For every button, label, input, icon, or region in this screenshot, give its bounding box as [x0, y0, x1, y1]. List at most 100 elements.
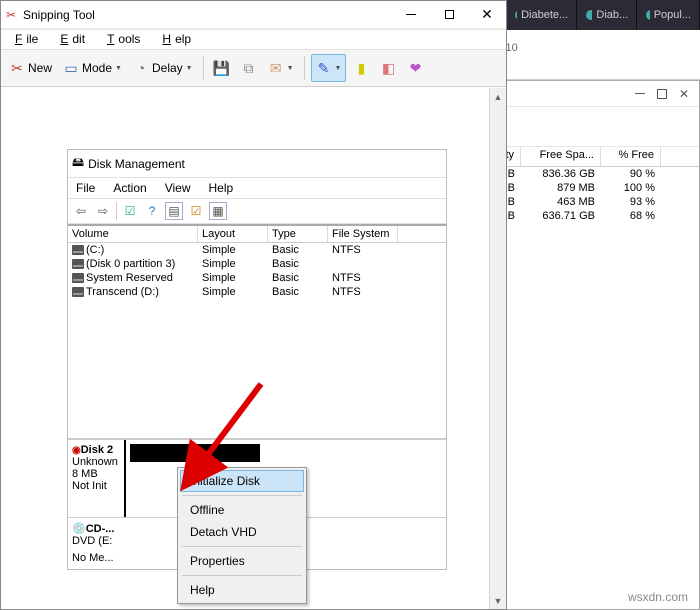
dm-title: Disk Management — [88, 157, 185, 171]
eraser-icon: ◧ — [380, 60, 396, 76]
menu-file[interactable]: File — [74, 179, 97, 197]
browser-tabs: Diabete... Diab... Popul... — [506, 0, 700, 30]
tab-label: Diab... — [596, 9, 628, 21]
minimize-button[interactable] — [635, 93, 645, 94]
dm-titlebar: 🖴 Disk Management — [68, 150, 446, 177]
warning-icon: ◉ — [72, 445, 81, 456]
col-type[interactable]: Type — [268, 226, 328, 242]
unallocated-bar[interactable] — [130, 444, 260, 462]
chevron-down-icon: ▼ — [115, 65, 122, 72]
save-icon: 💾 — [214, 60, 230, 76]
paint-icon: ❤ — [407, 60, 423, 76]
menu-action[interactable]: Action — [111, 179, 148, 197]
app-icon: ✂ — [1, 8, 21, 22]
volume-icon — [72, 245, 84, 255]
maximize-button[interactable] — [430, 1, 468, 29]
minimize-button[interactable] — [392, 1, 430, 29]
copy-icon: ⧉ — [241, 60, 257, 76]
new-button[interactable]: ✂New — [5, 54, 56, 82]
watermark: wsxdn.com — [628, 590, 688, 604]
clock-icon: ◔ — [133, 60, 149, 76]
save-button[interactable]: 💾 — [210, 54, 234, 82]
context-menu: Initialize Disk Offline Detach VHD Prope… — [177, 467, 307, 604]
col-volume[interactable]: Volume — [68, 226, 198, 242]
col-pctfree[interactable]: % Free — [601, 147, 661, 166]
table-row[interactable]: (Disk 0 partition 3)SimpleBasic — [68, 257, 446, 271]
highlighter-icon: ▮ — [353, 60, 369, 76]
disk2-status: Unknown — [72, 456, 120, 468]
chevron-down-icon: ▼ — [186, 65, 193, 72]
delay-dropdown[interactable]: ◔Delay▼ — [129, 54, 197, 82]
disk2-title: Disk 2 — [81, 444, 113, 456]
cd-title: CD-... — [86, 523, 115, 535]
pen-icon: ✎ — [316, 60, 332, 76]
send-icon: ✉ — [268, 60, 284, 76]
new-label: New — [28, 61, 52, 75]
refresh-button[interactable]: ☑ — [121, 202, 139, 220]
window-title: Snipping Tool — [21, 8, 392, 22]
volume-table-header: Volume Layout Type File System — [68, 226, 446, 243]
mode-dropdown[interactable]: ▭Mode▼ — [59, 54, 126, 82]
scroll-up-icon[interactable]: ▲ — [490, 88, 506, 105]
menu-view[interactable]: View — [163, 179, 193, 197]
tab-label: Diabete... — [521, 9, 568, 21]
browser-tab-1[interactable]: Diabete... — [506, 0, 577, 30]
back-button[interactable]: ⇦ — [72, 202, 90, 220]
volume-icon — [72, 287, 84, 297]
close-button[interactable]: ✕ — [468, 1, 506, 29]
disk2-size: 8 MB — [72, 468, 120, 480]
disk2-init: Not Init — [72, 480, 120, 492]
paint3d-button[interactable]: ❤ — [403, 54, 427, 82]
table-row[interactable]: (C:)SimpleBasicNTFS — [68, 243, 446, 257]
dm-menu-bar: File Action View Help — [68, 177, 446, 198]
menu-initialize-disk[interactable]: Initialize Disk — [180, 470, 304, 492]
titlebar[interactable]: ✂ Snipping Tool ✕ — [1, 1, 506, 29]
menu-file[interactable]: File — [7, 31, 42, 48]
disk-icon: 🖴 — [72, 153, 84, 174]
dm-toolbar: ⇦ ⇨ ☑ ? ▤ ☑ ▦ — [68, 198, 446, 224]
scroll-down-icon[interactable]: ▼ — [490, 592, 506, 609]
menu-help[interactable]: Help — [207, 179, 236, 197]
delay-label: Delay — [152, 61, 183, 75]
scissors-icon: ✂ — [9, 60, 25, 76]
table-row[interactable]: Transcend (D:)SimpleBasicNTFS — [68, 285, 446, 299]
layout2-button[interactable]: ☑ — [187, 202, 205, 220]
menu-help[interactable]: Help — [154, 31, 195, 48]
close-button[interactable]: ✕ — [679, 87, 689, 101]
col-filesystem[interactable]: File System — [328, 226, 398, 242]
tab-label: Popul... — [654, 9, 691, 21]
pen-dropdown[interactable]: ✎▼ — [311, 54, 347, 82]
send-button[interactable]: ✉▼ — [264, 54, 298, 82]
chevron-down-icon: ▼ — [287, 65, 294, 72]
col-freespace[interactable]: Free Spa... — [521, 147, 601, 166]
table-row[interactable]: System ReservedSimpleBasicNTFS — [68, 271, 446, 285]
cd-icon: 💿 — [72, 523, 86, 535]
chevron-down-icon: ▼ — [335, 65, 342, 72]
menu-detach-vhd[interactable]: Detach VHD — [180, 521, 304, 543]
snipping-tool-window: ✂ Snipping Tool ✕ File Edit Tools Help ✂… — [0, 0, 507, 610]
mode-label: Mode — [82, 61, 112, 75]
menu-tools[interactable]: Tools — [99, 31, 144, 48]
forward-button[interactable]: ⇨ — [94, 202, 112, 220]
eraser-button[interactable]: ◧ — [376, 54, 400, 82]
help-button[interactable]: ? — [143, 202, 161, 220]
layout3-button[interactable]: ▦ — [209, 202, 227, 220]
highlighter-button[interactable]: ▮ — [349, 54, 373, 82]
menu-help[interactable]: Help — [180, 579, 304, 601]
scrollbar-vertical[interactable]: ▲ ▼ — [489, 88, 506, 609]
copy-button[interactable]: ⧉ — [237, 54, 261, 82]
maximize-button[interactable] — [657, 89, 667, 99]
mode-icon: ▭ — [63, 60, 79, 76]
layout1-button[interactable]: ▤ — [165, 202, 183, 220]
menu-edit[interactable]: Edit — [52, 31, 89, 48]
menu-bar: File Edit Tools Help — [1, 29, 506, 49]
menu-offline[interactable]: Offline — [180, 499, 304, 521]
toolbar: ✂New ▭Mode▼ ◔Delay▼ 💾 ⧉ ✉▼ ✎▼ ▮ ◧ ❤ — [1, 49, 506, 87]
volume-icon — [72, 259, 84, 269]
menu-properties[interactable]: Properties — [180, 550, 304, 572]
browser-tab-3[interactable]: Popul... — [637, 0, 700, 30]
browser-tab-2[interactable]: Diab... — [577, 0, 637, 30]
snip-canvas: 🖴 Disk Management File Action View Help ⇦… — [1, 89, 489, 609]
col-layout[interactable]: Layout — [198, 226, 268, 242]
volume-icon — [72, 273, 84, 283]
